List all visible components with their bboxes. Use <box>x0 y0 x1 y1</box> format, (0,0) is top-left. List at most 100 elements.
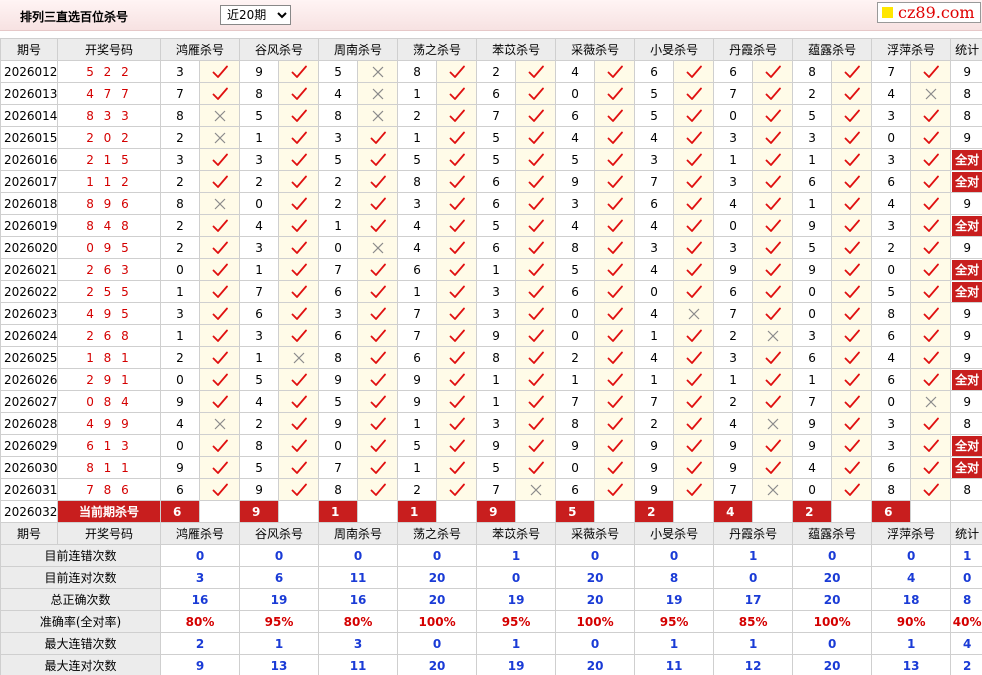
result-mark-cell <box>595 149 635 170</box>
result-mark-cell <box>437 479 477 500</box>
check-icon <box>844 285 860 298</box>
kill-number-cell: 4 <box>240 215 279 236</box>
kill-number-cell: 7 <box>556 391 595 412</box>
kill-number-cell: 2 <box>161 127 199 148</box>
kill-number-cell: 7 <box>161 83 199 104</box>
result-mark-cell <box>674 457 714 478</box>
result-mark-cell <box>753 127 793 148</box>
check-icon <box>844 439 860 452</box>
table-row: 2026015 2 0 22 1 3 1 5 4 4 3 3 0 9 <box>1 127 982 148</box>
count-cell: 8 <box>951 105 982 126</box>
kill-number-cell: 3 <box>635 149 674 170</box>
result-mark-cell <box>753 193 793 214</box>
result-mark-cell <box>595 435 635 456</box>
col-header-expert: 小旻杀号 <box>635 523 714 544</box>
table-row: 2026027 0 8 494591772709 <box>1 391 982 412</box>
result-mark-cell <box>832 303 872 324</box>
issue-cell: 2026016 <box>1 149 57 170</box>
current-kill-number: 2 <box>793 501 832 522</box>
check-icon <box>923 439 939 452</box>
kill-number-cell: 1 <box>319 215 358 236</box>
check-icon <box>212 351 228 364</box>
col-header-expert: 鸿雁杀号 <box>161 523 240 544</box>
result-mark-cell <box>516 347 556 368</box>
stats-value: 2 <box>161 633 240 654</box>
result-mark-cell <box>358 61 398 82</box>
current-blank-cell <box>832 501 872 522</box>
check-icon <box>607 373 623 386</box>
check-icon <box>449 153 465 166</box>
check-icon <box>212 461 228 474</box>
result-mark-cell <box>200 171 240 192</box>
check-icon <box>291 417 307 430</box>
result-mark-cell <box>595 127 635 148</box>
issue-cell: 2026020 <box>1 237 57 258</box>
result-mark-cell <box>832 347 872 368</box>
check-icon <box>528 439 544 452</box>
check-icon <box>528 87 544 100</box>
stats-value: 19 <box>477 589 556 610</box>
result-mark-cell <box>358 105 398 126</box>
check-icon <box>528 395 544 408</box>
kill-number-cell: 4 <box>398 237 437 258</box>
issue-cell: 2026018 <box>1 193 57 214</box>
kill-number-cell: 4 <box>872 347 911 368</box>
result-mark-cell <box>437 369 477 390</box>
kill-number-cell: 2 <box>240 413 279 434</box>
result-mark-cell <box>832 193 872 214</box>
current-blank-cell <box>200 501 240 522</box>
result-mark-cell <box>674 83 714 104</box>
check-icon <box>607 65 623 78</box>
check-icon <box>607 131 623 144</box>
stats-value: 0 <box>319 545 398 566</box>
period-select[interactable]: 近20期 <box>220 5 291 25</box>
stats-value: 1 <box>872 633 951 654</box>
check-icon <box>291 395 307 408</box>
result-mark-cell <box>753 237 793 258</box>
check-icon <box>844 263 860 276</box>
result-mark-cell <box>832 413 872 434</box>
kill-number-cell: 1 <box>477 259 516 280</box>
draw-number-cell: 4 9 5 <box>58 303 160 324</box>
kill-number-cell: 0 <box>240 193 279 214</box>
result-mark-cell <box>832 479 872 500</box>
result-mark-cell <box>358 83 398 104</box>
check-icon <box>844 153 860 166</box>
check-icon <box>449 307 465 320</box>
check-icon <box>607 483 623 496</box>
stats-row: 总正确次数 16 19 16 20 19 20 19 17 20 18 8 <box>1 589 982 610</box>
kill-number-cell: 7 <box>398 325 437 346</box>
kill-number-cell: 1 <box>398 413 437 434</box>
col-header-expert: 苯苡杀号 <box>477 523 556 544</box>
cross-icon <box>214 110 225 122</box>
result-mark-cell <box>753 391 793 412</box>
check-icon <box>449 439 465 452</box>
check-icon <box>686 175 702 188</box>
result-mark-cell <box>674 391 714 412</box>
kill-number-cell: 1 <box>398 281 437 302</box>
col-header-expert: 浮萍杀号 <box>872 523 951 544</box>
current-issue-row: 2026032 当前期杀号 6 9 1 1 9 5 2 4 2 6 <box>1 501 982 522</box>
result-mark-cell <box>674 347 714 368</box>
result-mark-cell <box>516 325 556 346</box>
result-mark-cell <box>911 171 951 192</box>
kill-number-cell: 2 <box>319 171 358 192</box>
result-mark-cell <box>437 347 477 368</box>
stats-total: 40% <box>951 611 982 632</box>
result-mark-cell <box>516 479 556 500</box>
stats-total: 2 <box>951 655 982 675</box>
table-row: 2026020 0 9 523046833529 <box>1 237 982 258</box>
kill-number-cell: 2 <box>398 105 437 126</box>
kill-number-cell: 6 <box>319 325 358 346</box>
check-icon <box>212 373 228 386</box>
check-icon <box>212 153 228 166</box>
kill-number-cell: 9 <box>240 479 279 500</box>
check-icon <box>449 175 465 188</box>
check-icon <box>449 329 465 342</box>
check-icon <box>370 461 386 474</box>
result-mark-cell <box>200 259 240 280</box>
result-mark-cell <box>437 61 477 82</box>
stats-value: 20 <box>793 655 872 675</box>
site-logo[interactable]: cz89.com <box>877 2 981 23</box>
stats-value: 13 <box>240 655 319 675</box>
